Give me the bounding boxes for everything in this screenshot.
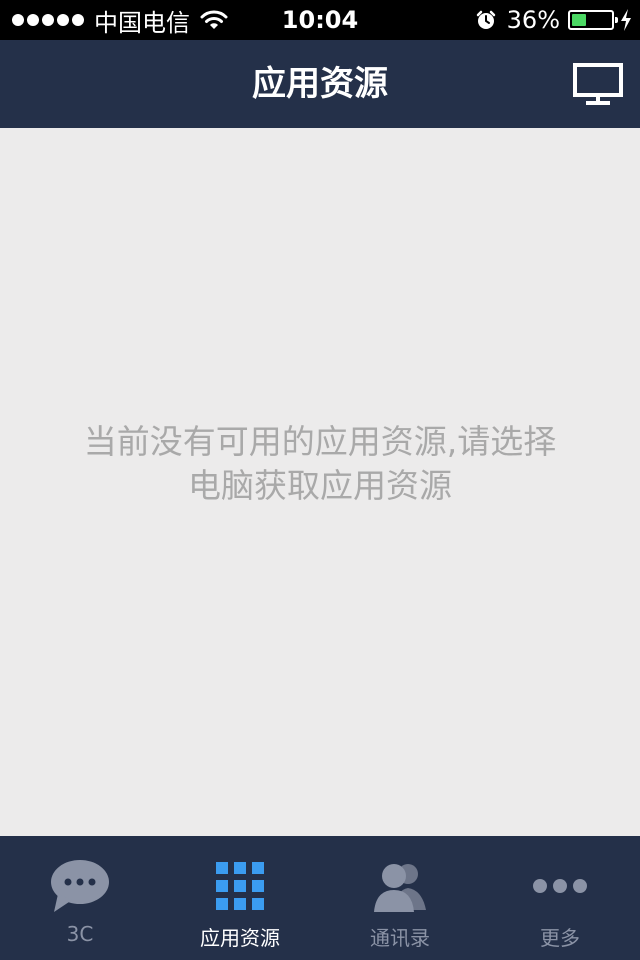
tab-more[interactable]: 更多	[480, 836, 640, 960]
nav-bar: 应用资源	[0, 40, 640, 128]
tab-3c[interactable]: 3C	[0, 836, 160, 960]
battery-icon	[568, 10, 618, 30]
tab-label: 3C	[66, 922, 94, 946]
empty-message-line-2: 电脑获取应用资源	[188, 466, 452, 505]
battery-percent: 36%	[506, 6, 560, 34]
tab-label: 应用资源	[200, 926, 280, 950]
contacts-icon	[374, 864, 426, 912]
tab-label: 更多	[540, 926, 580, 950]
status-right: 36%	[475, 0, 632, 40]
more-dots-icon	[533, 879, 587, 893]
empty-message-line-1: 当前没有可用的应用资源,请选择	[83, 422, 557, 461]
main-content: 当前没有可用的应用资源,请选择 电脑获取应用资源	[0, 128, 640, 836]
tab-label: 通讯录	[370, 926, 430, 950]
battery-fill	[572, 14, 586, 26]
empty-state-message: 当前没有可用的应用资源,请选择 电脑获取应用资源	[40, 420, 600, 508]
tab-app-resources[interactable]: 应用资源	[160, 836, 320, 960]
tab-contacts[interactable]: 通讯录	[320, 836, 480, 960]
tab-bar: 3C 应用资源 通讯录 更多	[0, 836, 640, 960]
status-bar: 中国电信 10:04 36%	[0, 0, 640, 40]
alarm-icon	[476, 10, 495, 29]
monitor-icon[interactable]	[572, 62, 624, 106]
charging-bolt-icon	[621, 9, 631, 31]
page-title: 应用资源	[252, 64, 388, 104]
grid-icon	[216, 862, 264, 910]
chat-bubble-icon	[51, 860, 109, 912]
